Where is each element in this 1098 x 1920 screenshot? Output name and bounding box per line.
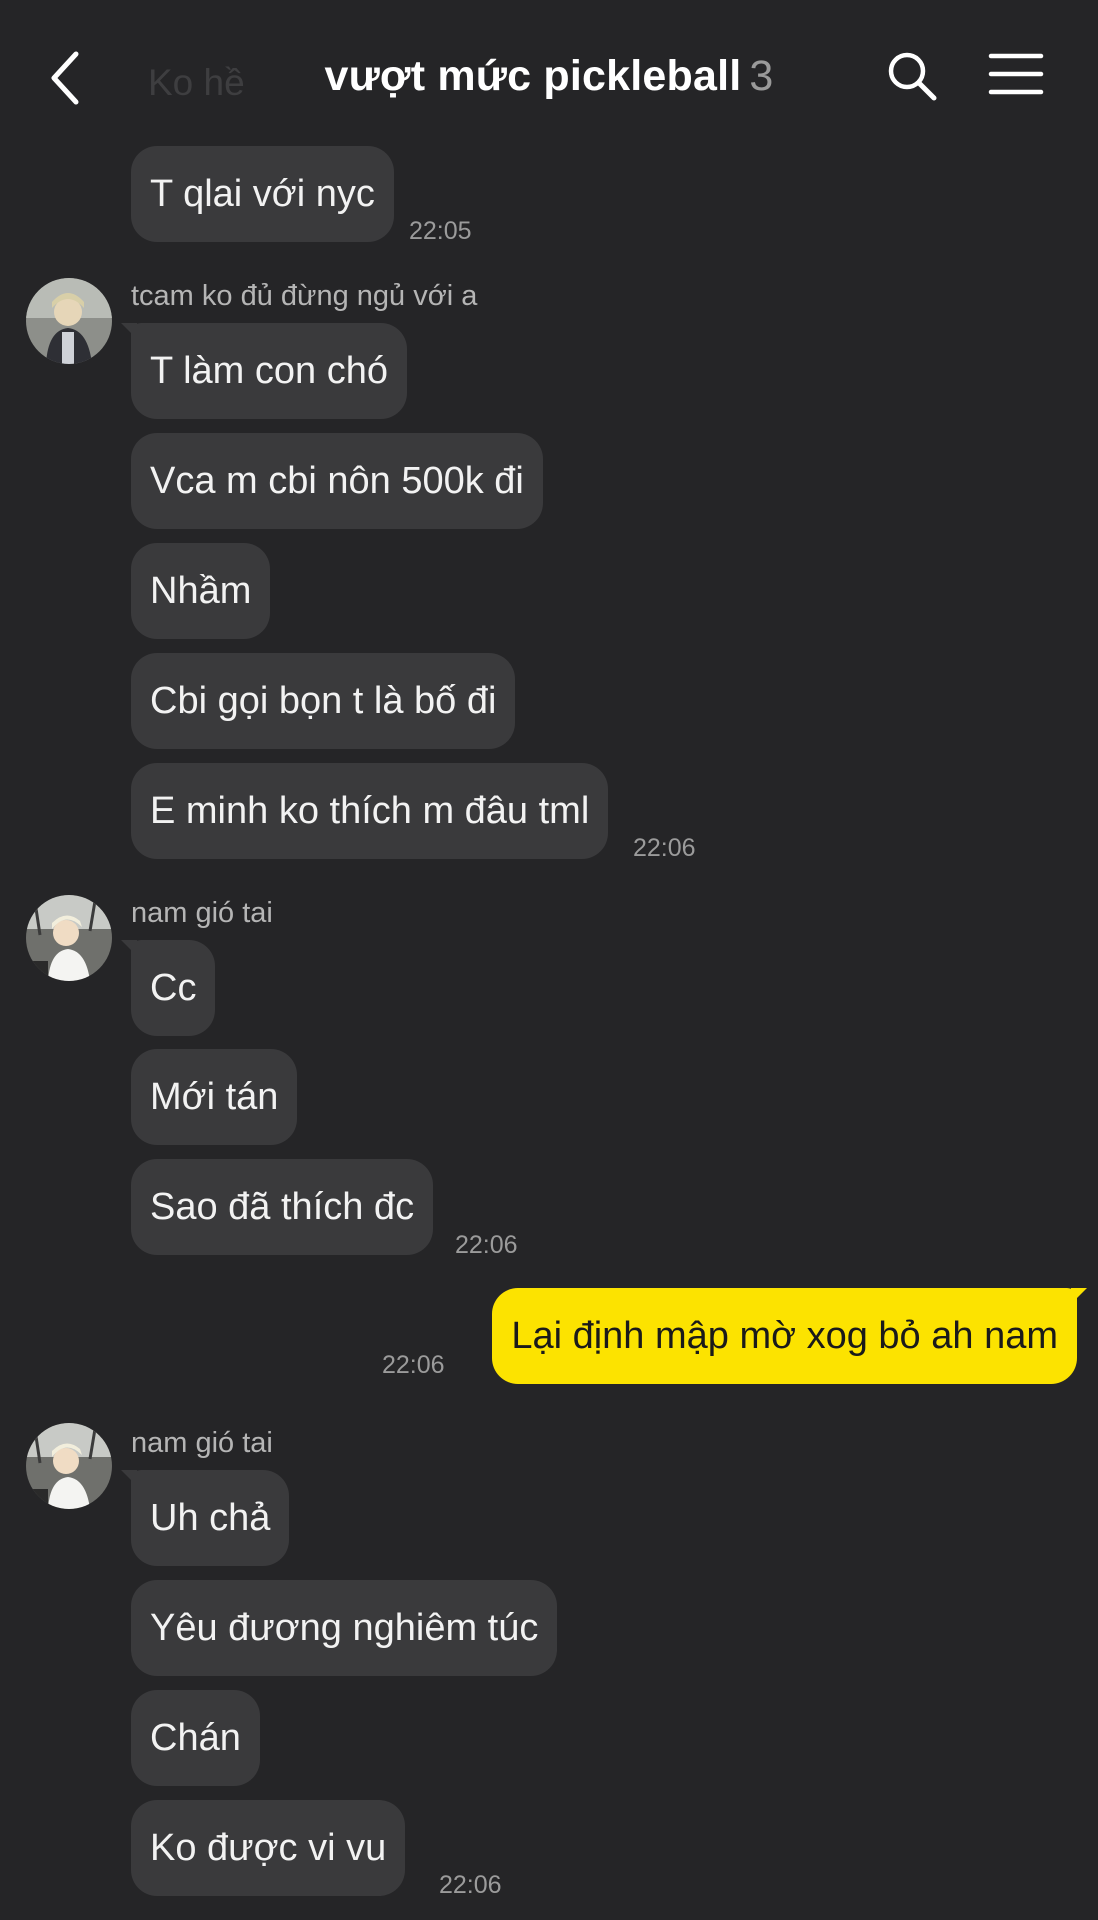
hamburger-menu-icon[interactable] bbox=[988, 52, 1044, 96]
group-name: vượt mức pickleball bbox=[324, 52, 742, 100]
message-timestamp: 22:06 bbox=[439, 1871, 502, 1899]
sender-name: tcam ko đủ đừng ngủ với a bbox=[131, 280, 478, 312]
message-bubble[interactable]: E minh ko thích m đâu tml bbox=[131, 763, 609, 859]
message-timestamp: 22:05 bbox=[409, 217, 472, 245]
sender-name: nam gió tai bbox=[131, 1427, 273, 1459]
my-message-bubble[interactable]: Lại định mập mờ xog bỏ ah nam bbox=[492, 1288, 1087, 1384]
sender-avatar[interactable] bbox=[26, 278, 112, 364]
sender-avatar[interactable] bbox=[26, 895, 112, 981]
message-bubble[interactable]: Chán bbox=[131, 1690, 260, 1786]
sender-avatar[interactable] bbox=[26, 1423, 112, 1509]
message-bubble[interactable]: T làm con chó bbox=[121, 323, 407, 419]
message-bubble[interactable]: Mới tán bbox=[131, 1049, 298, 1145]
message-bubble[interactable]: T qlai với nyc bbox=[131, 146, 394, 242]
message-bubble[interactable]: Sao đã thích đc bbox=[131, 1159, 434, 1255]
message-bubble[interactable]: Cbi gọi bọn t là bố đi bbox=[131, 653, 516, 749]
member-count: 3 bbox=[749, 52, 774, 100]
search-icon[interactable] bbox=[886, 50, 938, 102]
message-bubble[interactable]: Cc bbox=[120, 940, 216, 1036]
chat-header: Ko hề vượt mức pickleball 3 bbox=[0, 0, 1098, 140]
message-bubble[interactable]: Yêu đương nghiêm túc bbox=[131, 1580, 558, 1676]
message-timestamp: 22:06 bbox=[382, 1351, 445, 1379]
message-bubble[interactable]: Nhầm bbox=[131, 543, 271, 639]
sender-name: nam gió tai bbox=[131, 897, 273, 929]
message-bubble[interactable]: Ko được vi vu bbox=[131, 1800, 406, 1896]
message-bubble[interactable]: Vca m cbi nôn 500k đi bbox=[131, 433, 543, 529]
message-timestamp: 22:06 bbox=[633, 834, 696, 862]
message-timestamp: 22:06 bbox=[455, 1231, 518, 1259]
message-bubble[interactable]: Uh chả bbox=[120, 1470, 290, 1566]
